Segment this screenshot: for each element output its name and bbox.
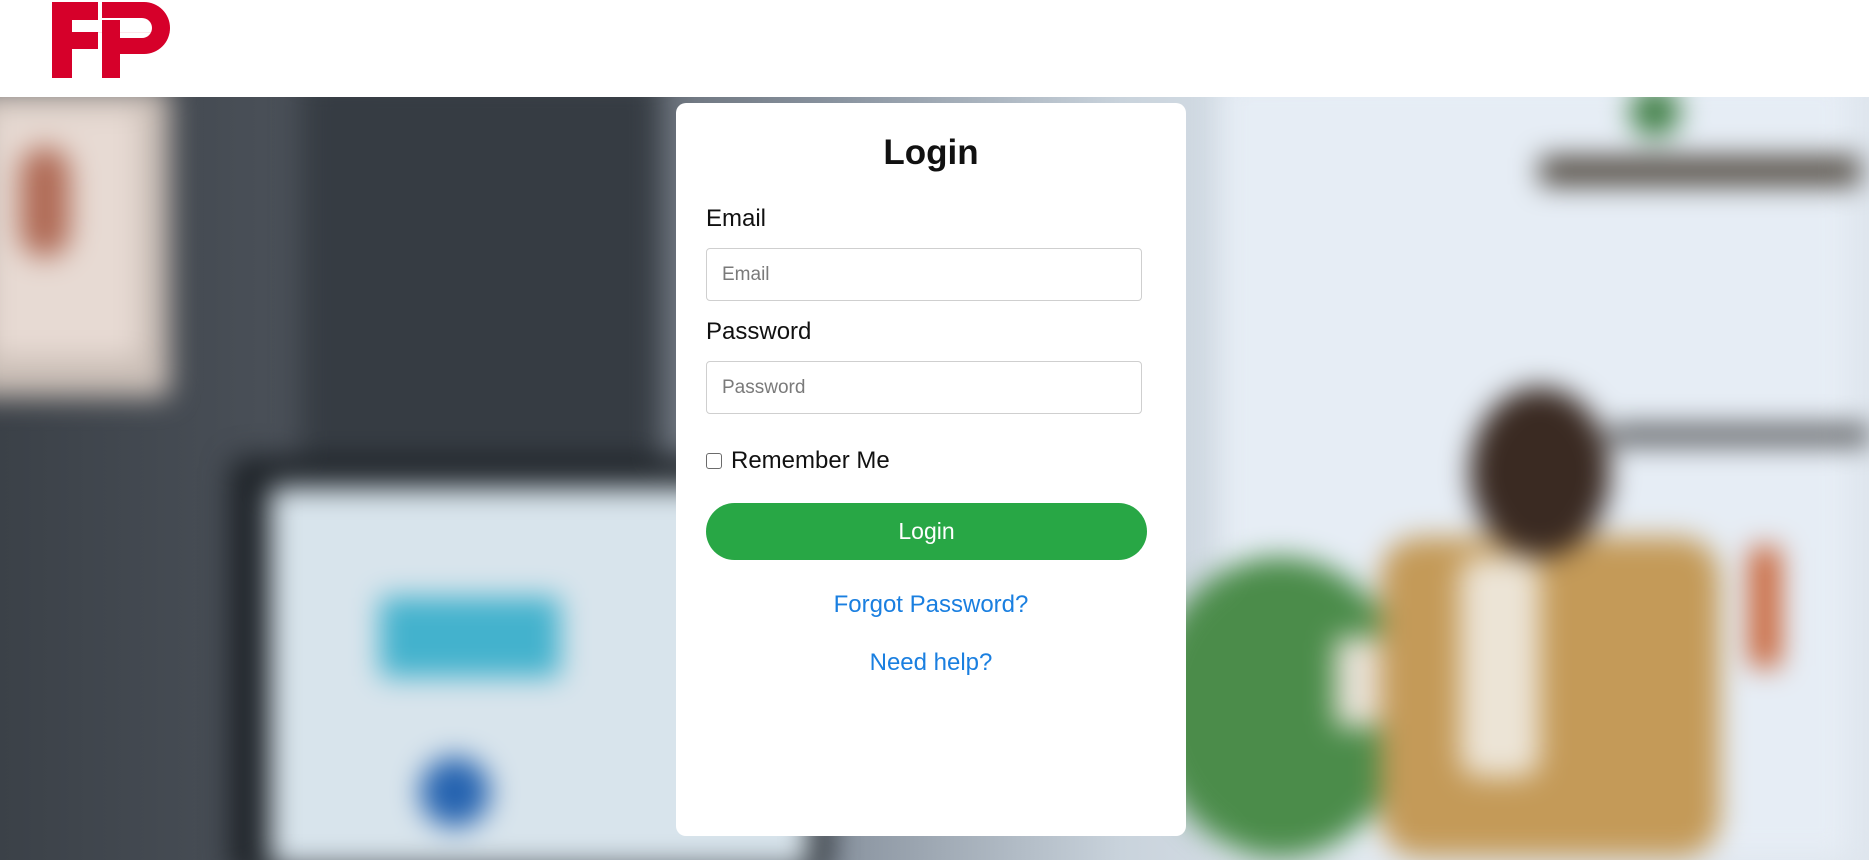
remember-me-label[interactable]: Remember Me: [731, 447, 890, 475]
login-card: Login Email Password Remember Me Login F…: [676, 103, 1186, 836]
email-input[interactable]: [706, 248, 1142, 301]
forgot-password-link[interactable]: Forgot Password?: [676, 591, 1186, 619]
fp-logo[interactable]: [52, 2, 170, 78]
remember-me-checkbox[interactable]: [706, 453, 722, 469]
password-label: Password: [706, 318, 812, 345]
email-label: Email: [706, 205, 767, 232]
login-button[interactable]: Login: [706, 503, 1147, 560]
top-header: [0, 0, 1869, 97]
password-input[interactable]: [706, 361, 1142, 414]
login-title: Login: [883, 133, 979, 172]
remember-me-row[interactable]: Remember Me: [706, 447, 890, 475]
need-help-link[interactable]: Need help?: [676, 649, 1186, 677]
